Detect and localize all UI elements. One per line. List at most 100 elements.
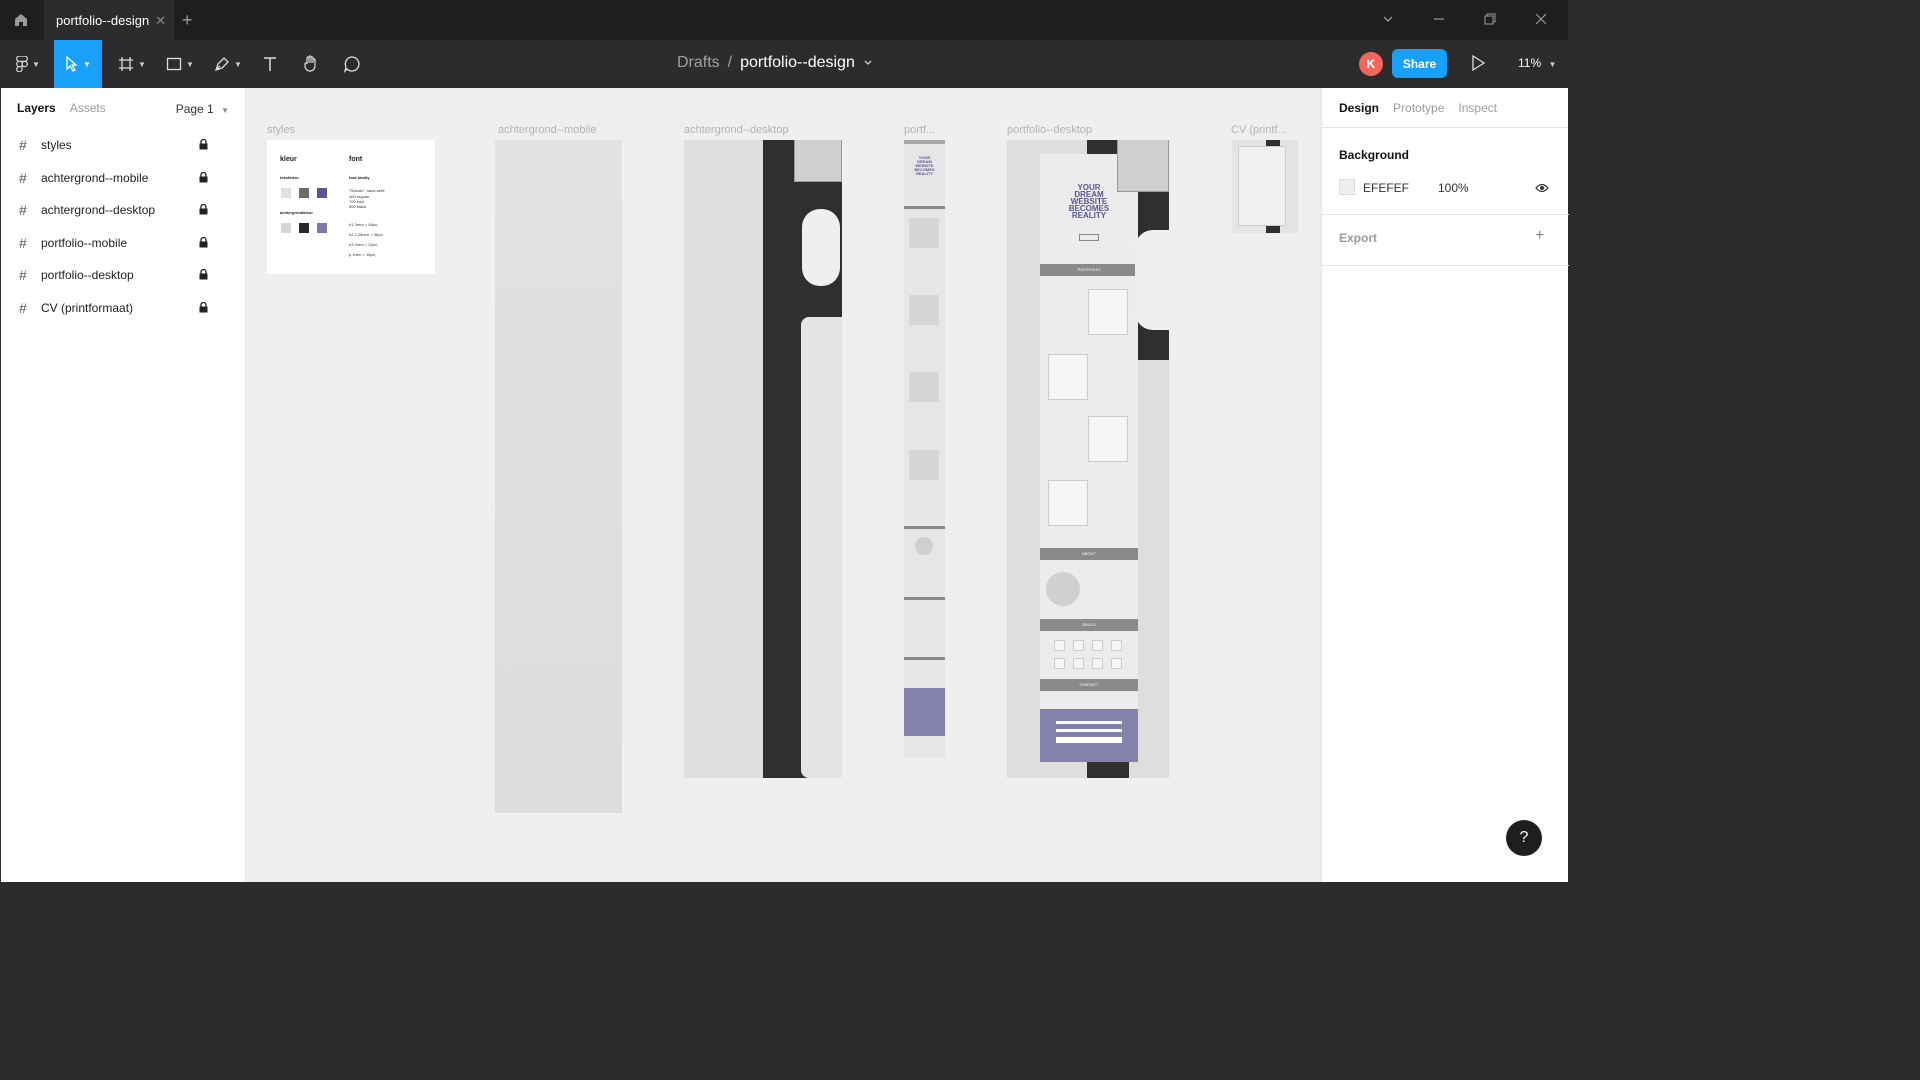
styles-font-family-label: font-family (349, 175, 370, 180)
home-button[interactable] (0, 0, 42, 40)
trackpad-image (801, 317, 842, 778)
present-button[interactable] (1470, 54, 1486, 77)
add-export-button[interactable]: + (1535, 227, 1544, 245)
color-swatch (281, 223, 291, 233)
hero-button (1079, 234, 1099, 241)
background-hex-input[interactable]: EFEFEF (1363, 181, 1409, 195)
zoom-menu[interactable]: 11% ▼ (1518, 56, 1556, 70)
mobile-hero-text: YOUR DREAM WEBSITE BECOMES REALITY (904, 156, 945, 176)
help-button[interactable]: ? (1506, 820, 1542, 856)
styles-frame[interactable]: kleur tekstkleur achtergrondkleur font f… (267, 140, 435, 274)
layer-name: portfolio--desktop (41, 268, 134, 283)
skill-tile (1111, 640, 1122, 651)
lock-icon[interactable] (199, 204, 208, 218)
export-section-title[interactable]: Export (1339, 231, 1377, 245)
frame-label-achtergrond-desktop[interactable]: achtergrond--desktop (684, 124, 789, 136)
cv-frame[interactable] (1232, 140, 1298, 233)
chevron-down-icon: ▼ (83, 59, 91, 69)
minimize-icon[interactable] (1433, 12, 1445, 28)
color-swatch (299, 223, 309, 233)
shape-tool[interactable]: ▼ (160, 40, 200, 88)
mobile-contact-form (904, 688, 945, 736)
pen-tool[interactable]: ▼ (208, 40, 248, 88)
visibility-toggle[interactable] (1535, 180, 1549, 198)
avatar[interactable]: K (1359, 52, 1383, 76)
frame-label-portfolio-mobile[interactable]: portf... (904, 124, 935, 136)
lock-icon[interactable] (199, 138, 208, 153)
page-selector[interactable]: Page 1 ▼ (176, 102, 229, 116)
portfolio-desktop-frame[interactable]: YOUR DREAM WEBSITE BECOMES REALITY PORTFOLIO… (1007, 140, 1169, 778)
lock-icon[interactable] (199, 171, 208, 186)
text-tool[interactable] (256, 40, 284, 88)
frame-label-achtergrond-mobile[interactable]: achtergrond--mobile (498, 124, 596, 136)
mouse-image (1135, 230, 1169, 330)
frame-tool[interactable]: ▼ (112, 40, 152, 88)
breadcrumb-file[interactable]: portfolio--design (740, 54, 855, 72)
comment-tool[interactable] (338, 40, 366, 88)
tab-inspect[interactable]: Inspect (1458, 101, 1497, 115)
layer-name: achtergrond--mobile (41, 170, 149, 185)
layer-name: portfolio--mobile (41, 235, 128, 250)
main-menu-button[interactable]: ▼ (8, 40, 48, 88)
layer-item[interactable]: # styles (1, 130, 245, 160)
chevron-down-icon[interactable] (1382, 12, 1394, 28)
keyboard-image (794, 140, 842, 182)
frame-label-cv[interactable]: CV (printf... (1231, 124, 1287, 136)
tab-layers[interactable]: Layers (17, 101, 56, 115)
frame-label-styles[interactable]: styles (267, 124, 295, 136)
achtergrond-mobile-frame[interactable] (495, 140, 622, 813)
restore-icon[interactable] (1484, 12, 1496, 28)
breadcrumb-drafts[interactable]: Drafts (677, 54, 720, 72)
layer-item[interactable]: # achtergrond--desktop (1, 195, 245, 225)
layer-item[interactable]: # portfolio--mobile (1, 228, 245, 258)
cv-page (1238, 146, 1286, 226)
layer-name: achtergrond--desktop (41, 203, 156, 218)
close-window-icon[interactable] (1535, 12, 1547, 28)
color-swatch (281, 188, 291, 198)
background-opacity-input[interactable]: 100% (1438, 181, 1469, 195)
styles-font-weights: 400 regular 700 bold 900 black (349, 194, 369, 209)
properties-panel: Design Prototype Inspect Background EFEF… (1321, 88, 1569, 882)
background-section-title: Background (1339, 148, 1410, 162)
panel-divider (1322, 265, 1569, 266)
lock-icon[interactable] (199, 301, 208, 316)
hand-tool[interactable] (296, 40, 326, 88)
mobile-section-bar (904, 206, 945, 209)
lock-icon[interactable] (199, 269, 208, 283)
about-avatar-placeholder (1046, 572, 1080, 606)
lock-icon[interactable] (199, 236, 208, 251)
close-tab-icon[interactable]: ✕ (155, 13, 166, 29)
tab-design[interactable]: Design (1339, 101, 1379, 115)
mobile-section-bar (904, 597, 945, 600)
portfolio-mobile-frame[interactable]: YOUR DREAM WEBSITE BECOMES REALITY (904, 140, 945, 757)
text-icon (264, 57, 276, 71)
text-line: h2 2.25rem = 36px; (349, 232, 384, 237)
share-button[interactable]: Share (1392, 49, 1447, 78)
chevron-down-icon[interactable] (863, 58, 873, 68)
achtergrond-desktop-frame[interactable] (684, 140, 842, 778)
file-tab[interactable]: portfolio--design ✕ (44, 0, 174, 40)
chevron-down-icon: ▼ (1548, 60, 1557, 69)
zoom-level: 11% (1518, 56, 1542, 70)
skill-tile (1092, 640, 1103, 651)
add-tab-button[interactable]: + (182, 10, 193, 31)
frame-label-portfolio-desktop[interactable]: portfolio--desktop (1007, 124, 1092, 136)
layer-item[interactable]: # achtergrond--mobile (1, 163, 245, 193)
rectangle-icon (166, 57, 182, 71)
mobile-nav-bar (904, 140, 945, 144)
text-line: p 1rem = 16px; (349, 252, 376, 257)
layers-panel: Layers Assets Page 1 ▼ # styles # achtergro… (1, 88, 246, 882)
move-tool[interactable]: ▼ (54, 40, 102, 88)
styles-font-desc: "Roboto", sans-serif; (349, 188, 386, 193)
canvas[interactable]: styles kleur tekstkleur achtergrondkleur… (246, 88, 1321, 882)
layer-item[interactable]: # portfolio--desktop (1, 260, 245, 290)
background-color-swatch[interactable] (1339, 179, 1355, 195)
tab-assets[interactable]: Assets (70, 101, 106, 115)
frame-icon: # (19, 300, 27, 316)
layer-item[interactable]: # CV (printformaat) (1, 293, 245, 323)
portfolio-card (1048, 480, 1088, 526)
skill-tile (1073, 640, 1084, 651)
mobile-section-bar (904, 526, 945, 529)
file-tab-title: portfolio--design (56, 12, 150, 28)
tab-prototype[interactable]: Prototype (1393, 101, 1444, 115)
